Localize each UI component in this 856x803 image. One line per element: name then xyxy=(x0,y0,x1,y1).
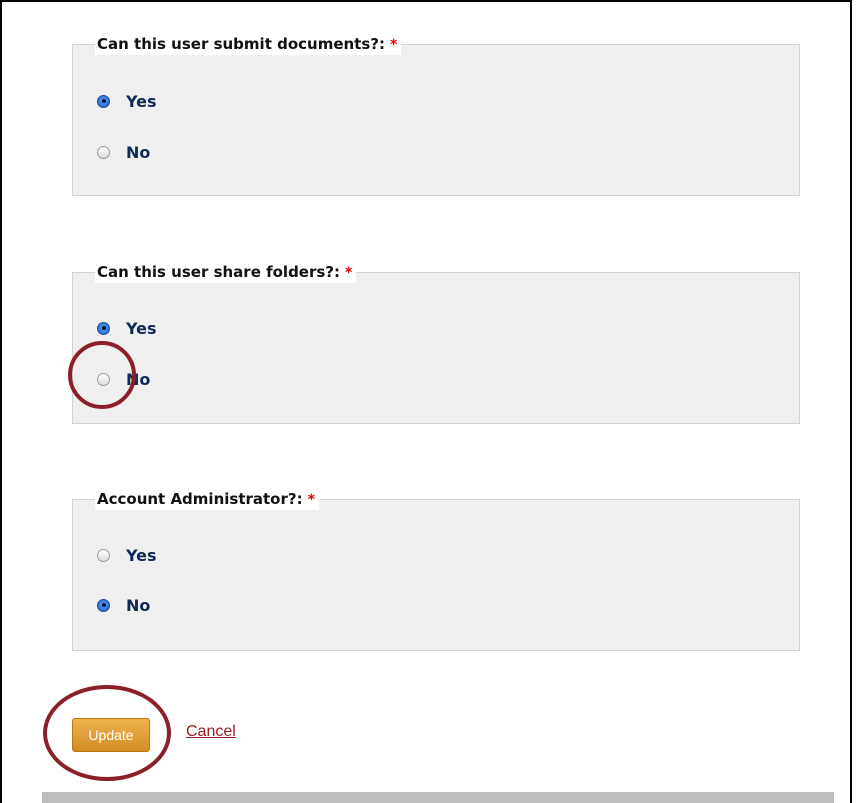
radio-button[interactable] xyxy=(97,548,110,562)
legend-text: Account Administrator?: xyxy=(97,490,303,508)
fieldset-submit-documents: Can this user submit documents?: * Yes No xyxy=(72,34,800,196)
highlight-circle-radio xyxy=(68,341,136,409)
radio-button-checked[interactable] xyxy=(97,598,110,612)
update-button[interactable]: Update xyxy=(72,718,150,752)
radio-button[interactable] xyxy=(97,145,110,159)
radio-option-no[interactable]: No xyxy=(97,594,150,616)
required-marker: * xyxy=(345,265,353,281)
radio-option-yes[interactable]: Yes xyxy=(97,544,157,566)
radio-label: Yes xyxy=(126,91,157,111)
radio-label: Yes xyxy=(126,545,157,565)
fieldset-account-administrator: Account Administrator?: * Yes No xyxy=(72,489,800,651)
radio-label: No xyxy=(126,595,151,615)
radio-button-checked[interactable] xyxy=(97,321,110,335)
fieldset-legend: Can this user submit documents?: * xyxy=(95,34,402,55)
legend-text: Can this user submit documents?: xyxy=(97,35,385,53)
radio-button-checked[interactable] xyxy=(97,94,110,108)
legend-text: Can this user share folders?: xyxy=(97,263,341,281)
radio-label: Yes xyxy=(126,318,157,338)
radio-option-yes[interactable]: Yes xyxy=(97,317,157,339)
required-marker: * xyxy=(307,492,315,508)
fieldset-legend: Account Administrator?: * xyxy=(95,489,319,510)
footer-bar xyxy=(42,792,834,803)
radio-option-yes[interactable]: Yes xyxy=(97,90,157,112)
fieldset-legend: Can this user share folders?: * xyxy=(95,262,357,283)
radio-option-no[interactable]: No xyxy=(97,141,150,163)
cancel-link[interactable]: Cancel xyxy=(186,723,236,741)
required-marker: * xyxy=(389,37,398,53)
fieldset-share-folders: Can this user share folders?: * Yes No xyxy=(72,262,800,424)
radio-label: No xyxy=(126,142,151,162)
